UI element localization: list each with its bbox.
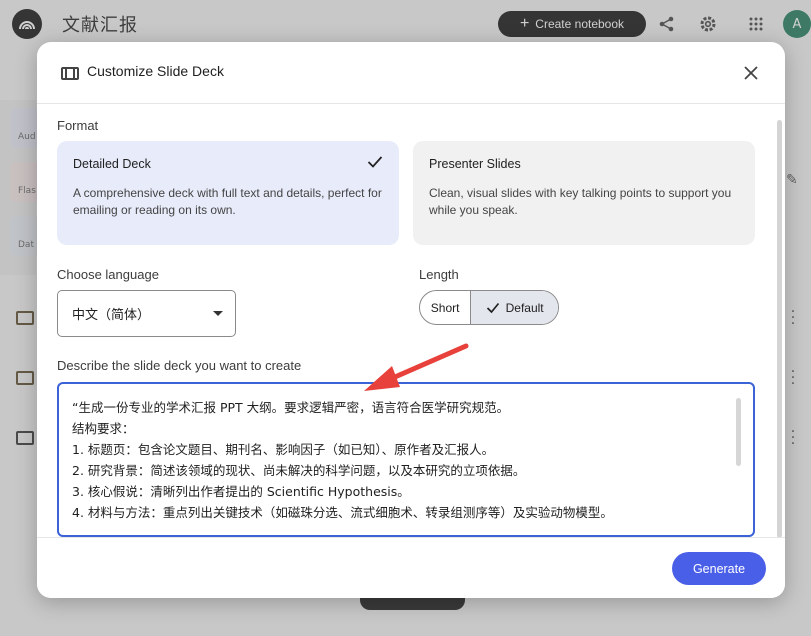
length-option-short[interactable]: Short	[420, 291, 472, 324]
dropdown-arrow-icon	[213, 311, 223, 316]
check-icon	[486, 302, 499, 313]
customize-slide-deck-dialog: Customize Slide Deck Format Detailed Dec…	[37, 42, 785, 598]
dialog-footer: Generate	[37, 537, 785, 598]
describe-label: Describe the slide deck you want to crea…	[57, 358, 302, 373]
format-option-title: Presenter Slides	[429, 157, 521, 171]
format-label: Format	[57, 118, 99, 133]
slide-deck-icon	[61, 67, 79, 80]
length-label: Length	[419, 267, 459, 282]
format-option-detailed-deck[interactable]: Detailed Deck A comprehensive deck with …	[57, 141, 399, 245]
format-option-description: Clean, visual slides with key talking po…	[429, 186, 732, 217]
slide-deck-description-input[interactable]: “生成一份专业的学术汇报 PPT 大纲。要求逻辑严密，语言符合医学研究规范。 结…	[57, 382, 755, 537]
dialog-header: Customize Slide Deck	[37, 42, 785, 104]
language-select[interactable]: 中文（简体）	[57, 290, 236, 337]
prompt-line: 3. 核心假说：清晰列出作者提出的 Scientific Hypothesis。	[72, 484, 410, 499]
language-label: Choose language	[57, 267, 159, 282]
dialog-scrollbar[interactable]	[777, 120, 782, 538]
generate-button[interactable]: Generate	[672, 552, 766, 585]
format-option-presenter-slides[interactable]: Presenter Slides Clean, visual slides wi…	[413, 141, 755, 245]
close-button[interactable]	[740, 62, 762, 84]
format-option-title: Detailed Deck	[73, 157, 151, 171]
prompt-scrollbar[interactable]	[736, 398, 741, 466]
prompt-line: 1. 标题页：包含论文题目、期刊名、影响因子（如已知）、原作者及汇报人。	[72, 442, 495, 457]
length-toggle: Short Default	[419, 290, 559, 325]
check-icon	[367, 155, 383, 174]
prompt-line: 2. 研究背景：简述该领域的现状、尚未解决的科学问题，以及本研究的立项依据。	[72, 463, 526, 478]
language-value: 中文（简体）	[72, 308, 151, 323]
dialog-title: Customize Slide Deck	[87, 63, 224, 79]
length-option-default[interactable]: Default	[471, 291, 558, 324]
prompt-line: 4. 材料与方法：重点列出关键技术（如磁珠分选、流式细胞术、转录组测序等）及实验…	[72, 505, 613, 520]
format-option-description: A comprehensive deck with full text and …	[73, 186, 382, 217]
prompt-line: “生成一份专业的学术汇报 PPT 大纲。要求逻辑严密，语言符合医学研究规范。	[72, 400, 510, 415]
prompt-line: 结构要求：	[72, 421, 135, 436]
close-icon	[744, 66, 758, 80]
